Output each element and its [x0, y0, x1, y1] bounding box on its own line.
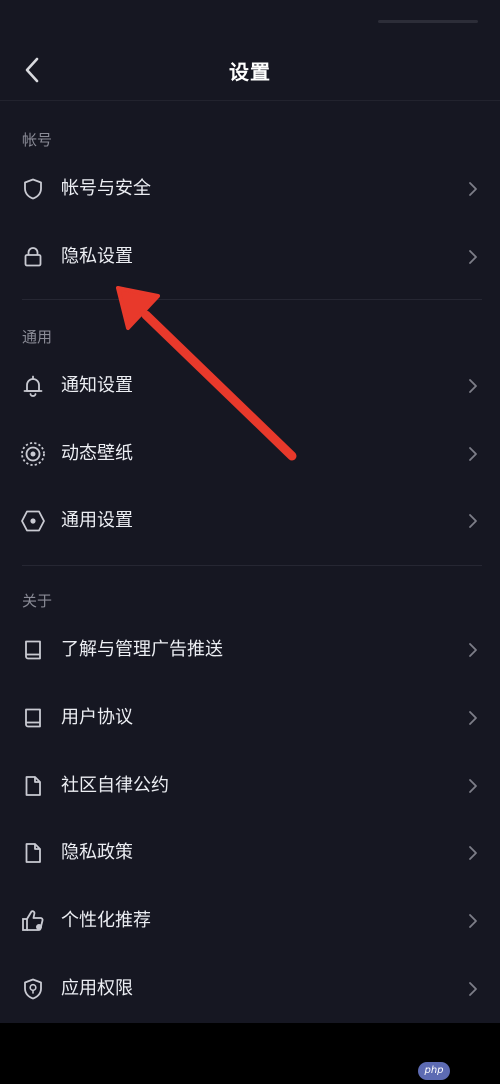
chevron-right-icon — [466, 709, 480, 727]
settings-item-notifications[interactable]: 通知设置 — [0, 355, 500, 417]
settings-item-label: 个性化推荐 — [61, 910, 151, 931]
chevron-right-icon — [466, 248, 480, 266]
settings-item-label: 帐号与安全 — [61, 178, 151, 199]
settings-item-label: 隐私政策 — [61, 842, 133, 863]
bell-icon — [20, 373, 46, 399]
section-divider — [22, 299, 482, 300]
header-bar: 设置 — [0, 40, 500, 100]
settings-item-label: 动态壁纸 — [61, 443, 133, 464]
settings-item-account-security[interactable]: 帐号与安全 — [0, 158, 500, 220]
settings-item-app-permissions[interactable]: 应用权限 — [0, 958, 500, 1020]
settings-item-live-wallpaper[interactable]: 动态壁纸 — [0, 423, 500, 485]
chevron-right-icon — [466, 641, 480, 659]
chevron-right-icon — [466, 180, 480, 198]
section-label-general: 通用 — [22, 328, 53, 346]
settings-item-label: 通用设置 — [61, 510, 133, 531]
chevron-right-icon — [466, 445, 480, 463]
page-title: 设置 — [229, 60, 271, 84]
settings-item-privacy-policy[interactable]: 隐私政策 — [0, 822, 500, 884]
settings-item-personalized-recommendation[interactable]: 个性化推荐 — [0, 890, 500, 952]
shield-icon — [20, 176, 46, 202]
settings-item-label: 通知设置 — [61, 375, 133, 396]
settings-item-label: 隐私设置 — [61, 246, 133, 267]
settings-item-ad-management[interactable]: 了解与管理广告推送 — [0, 619, 500, 681]
watermark-badge: php — [418, 1062, 450, 1080]
chevron-right-icon — [466, 912, 480, 930]
settings-screen: 设置 帐号 帐号与安全 隐私设置 通用 通知设置 动态壁纸 通用设置 关于 了解… — [0, 0, 500, 1023]
live-wallpaper-icon — [20, 441, 46, 467]
chevron-right-icon — [466, 980, 480, 998]
header-divider — [0, 100, 500, 101]
lock-icon — [20, 244, 46, 270]
chevron-right-icon — [466, 377, 480, 395]
section-divider — [22, 565, 482, 566]
chevron-right-icon — [466, 844, 480, 862]
settings-item-general-settings[interactable]: 通用设置 — [0, 490, 500, 552]
book-icon — [20, 705, 46, 731]
settings-item-label: 应用权限 — [61, 978, 133, 999]
book-icon — [20, 637, 46, 663]
document-icon — [20, 840, 46, 866]
status-indicator — [378, 20, 478, 23]
settings-item-label: 了解与管理广告推送 — [61, 639, 223, 660]
settings-item-privacy-settings[interactable]: 隐私设置 — [0, 226, 500, 288]
settings-item-label: 用户协议 — [61, 707, 133, 728]
settings-item-community-guidelines[interactable]: 社区自律公约 — [0, 755, 500, 817]
hexagon-settings-icon — [20, 508, 46, 534]
thumbs-up-icon — [20, 908, 46, 934]
document-icon — [20, 773, 46, 799]
chevron-right-icon — [466, 512, 480, 530]
chevron-right-icon — [466, 777, 480, 795]
section-label-account: 帐号 — [22, 131, 53, 149]
shield-location-icon — [20, 976, 46, 1002]
settings-item-user-agreement[interactable]: 用户协议 — [0, 687, 500, 749]
settings-item-label: 社区自律公约 — [61, 775, 169, 796]
section-label-about: 关于 — [22, 592, 53, 610]
